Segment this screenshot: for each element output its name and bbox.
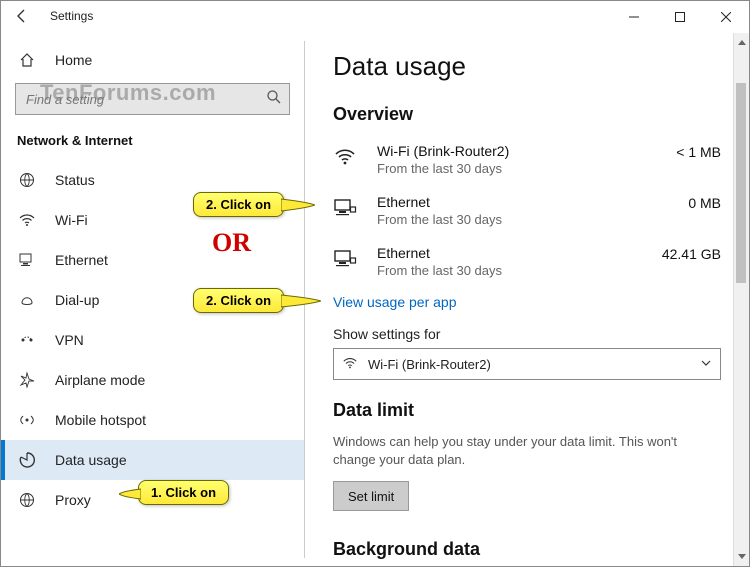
proxy-icon bbox=[17, 491, 37, 509]
usage-name: Ethernet bbox=[377, 245, 662, 261]
nav-vpn[interactable]: VPN bbox=[1, 320, 304, 360]
search-icon bbox=[266, 89, 282, 110]
callout-2b: 2. Click on bbox=[193, 288, 284, 313]
nav-label: Mobile hotspot bbox=[55, 412, 146, 428]
data-usage-icon bbox=[17, 451, 37, 469]
ethernet-icon bbox=[333, 194, 363, 225]
usage-row-ethernet-2[interactable]: Ethernet From the last 30 days 42.41 GB bbox=[333, 239, 721, 290]
nav-label: Wi-Fi bbox=[55, 212, 88, 228]
overview-heading: Overview bbox=[333, 104, 721, 125]
status-icon bbox=[17, 171, 37, 189]
category-header: Network & Internet bbox=[1, 125, 304, 160]
airplane-icon bbox=[17, 371, 37, 389]
main-content: Data usage Overview Wi-Fi (Brink-Router2… bbox=[305, 33, 749, 566]
page-title: Data usage bbox=[333, 51, 721, 82]
home-nav[interactable]: Home bbox=[1, 41, 304, 79]
dropdown-value: Wi-Fi (Brink-Router2) bbox=[368, 357, 491, 372]
nav-data-usage[interactable]: Data usage bbox=[1, 440, 304, 480]
ethernet-icon bbox=[333, 245, 363, 276]
nav-label: VPN bbox=[55, 332, 84, 348]
minimize-button[interactable] bbox=[611, 1, 657, 33]
usage-sub: From the last 30 days bbox=[377, 161, 676, 176]
network-dropdown[interactable]: Wi-Fi (Brink-Router2) bbox=[333, 348, 721, 380]
data-limit-help: Windows can help you stay under your dat… bbox=[333, 433, 713, 469]
home-icon bbox=[17, 52, 37, 68]
title-bar: Settings bbox=[1, 1, 749, 33]
back-button[interactable] bbox=[0, 0, 44, 32]
nav-label: Status bbox=[55, 172, 95, 188]
nav-label: Ethernet bbox=[55, 252, 108, 268]
usage-name: Wi-Fi (Brink-Router2) bbox=[377, 143, 676, 159]
scrollbar[interactable] bbox=[733, 33, 749, 566]
show-settings-label: Show settings for bbox=[333, 326, 721, 342]
settings-window: Settings Home Network & Internet Status … bbox=[0, 0, 750, 567]
usage-name: Ethernet bbox=[377, 194, 688, 210]
vpn-icon bbox=[17, 331, 37, 349]
nav-hotspot[interactable]: Mobile hotspot bbox=[1, 400, 304, 440]
usage-row-ethernet-1[interactable]: Ethernet From the last 30 days 0 MB bbox=[333, 188, 721, 239]
nav-label: Proxy bbox=[55, 492, 91, 508]
chevron-down-icon bbox=[700, 357, 712, 372]
set-limit-button[interactable]: Set limit bbox=[333, 481, 409, 511]
usage-amount: < 1 MB bbox=[676, 143, 721, 160]
app-title: Settings bbox=[50, 9, 93, 23]
nav-label: Airplane mode bbox=[55, 372, 145, 388]
close-button[interactable] bbox=[703, 1, 749, 33]
callout-1: 1. Click on bbox=[138, 480, 229, 505]
maximize-button[interactable] bbox=[657, 1, 703, 33]
nav-label: Data usage bbox=[55, 452, 127, 468]
home-label: Home bbox=[55, 52, 92, 68]
usage-amount: 0 MB bbox=[688, 194, 721, 211]
view-usage-link[interactable]: View usage per app bbox=[333, 294, 457, 310]
callout-2a: 2. Click on bbox=[193, 192, 284, 217]
ethernet-icon bbox=[17, 251, 37, 269]
usage-sub: From the last 30 days bbox=[377, 212, 688, 227]
or-text: OR bbox=[212, 228, 251, 258]
hotspot-icon bbox=[17, 411, 37, 429]
usage-row-wifi[interactable]: Wi-Fi (Brink-Router2) From the last 30 d… bbox=[333, 137, 721, 188]
data-limit-heading: Data limit bbox=[333, 400, 721, 421]
nav-airplane[interactable]: Airplane mode bbox=[1, 360, 304, 400]
nav-ethernet[interactable]: Ethernet bbox=[1, 240, 304, 280]
wifi-icon bbox=[17, 211, 37, 229]
search-input[interactable] bbox=[15, 83, 290, 115]
nav-label: Dial-up bbox=[55, 292, 99, 308]
scrollbar-thumb[interactable] bbox=[736, 83, 746, 283]
usage-sub: From the last 30 days bbox=[377, 263, 662, 278]
usage-amount: 42.41 GB bbox=[662, 245, 721, 262]
background-data-heading: Background data bbox=[333, 539, 721, 560]
dialup-icon bbox=[17, 291, 37, 309]
wifi-icon bbox=[333, 143, 363, 174]
wifi-icon bbox=[342, 355, 358, 374]
